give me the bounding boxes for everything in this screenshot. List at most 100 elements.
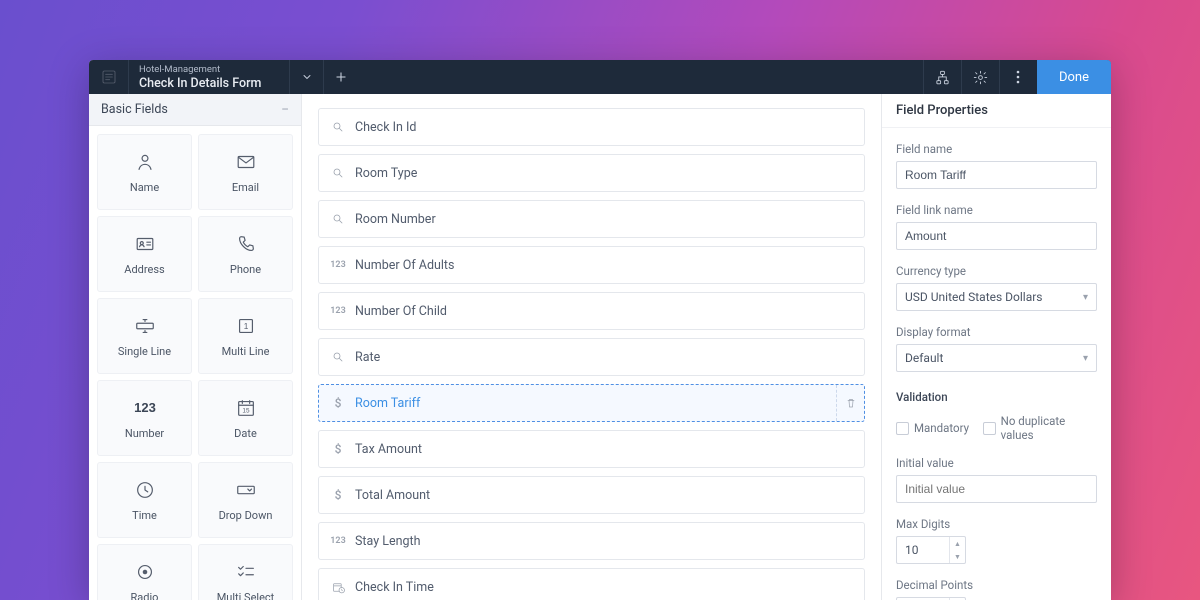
lookup-icon bbox=[331, 351, 345, 363]
form-field-room-tariff[interactable]: $ Room Tariff bbox=[318, 384, 865, 422]
tile-label: Name bbox=[130, 181, 159, 194]
mandatory-check[interactable]: Mandatory bbox=[896, 414, 969, 442]
form-field-room-type[interactable]: Room Type bbox=[318, 154, 865, 192]
datetime-icon bbox=[331, 581, 345, 594]
validation-checks: Mandatory No duplicate values bbox=[896, 414, 1097, 442]
multiline-icon: 1 bbox=[235, 315, 257, 337]
app-window: Hotel-Management Check In Details Form D… bbox=[89, 60, 1111, 600]
field-tile-email[interactable]: Email bbox=[198, 134, 293, 210]
form-field-room-number[interactable]: Room Number bbox=[318, 200, 865, 238]
body: Basic Fields − Name Email Address PhoneSing… bbox=[89, 94, 1111, 600]
field-tile-radio[interactable]: Radio bbox=[97, 544, 192, 600]
form-field-label: Check In Id bbox=[355, 120, 416, 135]
label-display-format: Display format bbox=[896, 325, 1097, 339]
field-tile-name[interactable]: Name bbox=[97, 134, 192, 210]
field-tile-phone[interactable]: Phone bbox=[198, 216, 293, 292]
field-properties-panel: Field Properties Field name Field link n… bbox=[881, 94, 1111, 600]
workflow-icon[interactable] bbox=[923, 60, 961, 94]
initial-value-input[interactable] bbox=[896, 475, 1097, 503]
lookup-icon bbox=[331, 121, 345, 133]
card-icon bbox=[134, 233, 156, 255]
settings-icon[interactable] bbox=[961, 60, 999, 94]
form-field-rate[interactable]: Rate bbox=[318, 338, 865, 376]
form-field-number-of-child[interactable]: 123 Number Of Child bbox=[318, 292, 865, 330]
lookup-icon bbox=[331, 167, 345, 179]
add-form-button[interactable] bbox=[323, 60, 357, 94]
form-field-label: Number Of Child bbox=[355, 304, 447, 319]
label-currency-type: Currency type bbox=[896, 264, 1097, 278]
currency-type-select[interactable]: USD United States Dollars ▾ bbox=[896, 283, 1097, 311]
tile-label: Email bbox=[232, 181, 259, 194]
currency-icon: $ bbox=[331, 396, 345, 410]
tile-label: Multi Line bbox=[222, 345, 270, 358]
svg-text:1: 1 bbox=[243, 321, 248, 330]
field-link-name-input[interactable] bbox=[896, 222, 1097, 250]
form-field-label: Tax Amount bbox=[355, 442, 422, 457]
form-field-total-amount[interactable]: $Total Amount bbox=[318, 476, 865, 514]
label-field-name: Field name bbox=[896, 142, 1097, 156]
multiselect-icon bbox=[235, 561, 257, 583]
checkbox-icon bbox=[983, 422, 996, 435]
collapse-icon[interactable]: − bbox=[281, 102, 289, 118]
form-canvas[interactable]: Check In IdRoom TypeRoom Number123Number… bbox=[302, 94, 881, 600]
number-icon: 123 bbox=[331, 536, 345, 546]
more-menu-icon[interactable] bbox=[999, 60, 1037, 94]
tile-label: Time bbox=[132, 509, 157, 522]
tile-label: Drop Down bbox=[219, 509, 273, 522]
label-field-link-name: Field link name bbox=[896, 203, 1097, 217]
svg-text:123: 123 bbox=[134, 400, 156, 415]
form-switcher-chevron[interactable] bbox=[289, 60, 323, 94]
calendar-icon: 15 bbox=[235, 397, 257, 419]
properties-title: Field Properties bbox=[882, 94, 1111, 128]
mandatory-label: Mandatory bbox=[914, 421, 969, 435]
field-tile-single-line[interactable]: Single Line bbox=[97, 298, 192, 374]
form-field-label: Number Of Adults bbox=[355, 258, 454, 273]
step-down-icon[interactable]: ▼ bbox=[950, 550, 965, 563]
form-field-check-in-time[interactable]: Check In Time bbox=[318, 568, 865, 600]
palette-title: Basic Fields bbox=[101, 102, 168, 117]
field-tile-multi-select[interactable]: Multi Select bbox=[198, 544, 293, 600]
form-field-label: Stay Length bbox=[355, 534, 421, 549]
field-tile-multi-line[interactable]: 1 Multi Line bbox=[198, 298, 293, 374]
tile-label: Radio bbox=[131, 591, 159, 600]
tile-label: Address bbox=[124, 263, 164, 276]
field-palette: Basic Fields − Name Email Address PhoneSing… bbox=[89, 94, 302, 600]
display-format-select[interactable]: Default ▾ bbox=[896, 344, 1097, 372]
field-grid: Name Email Address PhoneSingle Line 1 Multi L… bbox=[89, 126, 301, 600]
field-tile-time[interactable]: Time bbox=[97, 462, 192, 538]
form-field-number-of-adults[interactable]: 123Number Of Adults bbox=[318, 246, 865, 284]
field-tile-drop-down[interactable]: Drop Down bbox=[198, 462, 293, 538]
form-field-check-in-id[interactable]: Check In Id bbox=[318, 108, 865, 146]
radio-icon bbox=[134, 561, 156, 583]
form-field-label: Room Number bbox=[355, 212, 436, 227]
number-icon: 123 bbox=[331, 306, 345, 316]
form-field-stay-length[interactable]: 123 Stay Length bbox=[318, 522, 865, 560]
display-format-value: Default bbox=[905, 351, 943, 365]
palette-header: Basic Fields − bbox=[89, 94, 301, 126]
noduplicate-check[interactable]: No duplicate values bbox=[983, 414, 1097, 442]
app-icon[interactable] bbox=[89, 60, 129, 94]
tile-label: Number bbox=[125, 427, 164, 440]
checkbox-icon bbox=[896, 422, 909, 435]
dropdown-icon bbox=[235, 479, 257, 501]
label-decimal-points: Decimal Points bbox=[896, 578, 1097, 592]
tile-label: Multi Select bbox=[217, 591, 275, 600]
field-name-input[interactable] bbox=[896, 161, 1097, 189]
chevron-down-icon: ▾ bbox=[1083, 353, 1088, 364]
field-tile-number[interactable]: 123 Number bbox=[97, 380, 192, 456]
label-validation: Validation bbox=[896, 390, 1097, 404]
step-up-icon[interactable]: ▲ bbox=[950, 537, 965, 550]
delete-field-icon[interactable] bbox=[836, 385, 864, 421]
svg-text:15: 15 bbox=[242, 407, 250, 414]
form-field-tax-amount[interactable]: $Tax Amount bbox=[318, 430, 865, 468]
tile-label: Date bbox=[234, 427, 257, 440]
label-max-digits: Max Digits bbox=[896, 517, 1097, 531]
done-button[interactable]: Done bbox=[1037, 60, 1111, 94]
field-tile-date[interactable]: 15 Date bbox=[198, 380, 293, 456]
max-digits-input[interactable]: 10 ▲▼ bbox=[896, 536, 966, 564]
singleline-icon bbox=[134, 315, 156, 337]
form-title-block[interactable]: Hotel-Management Check In Details Form bbox=[129, 60, 289, 94]
field-tile-address[interactable]: Address bbox=[97, 216, 192, 292]
max-digits-value: 10 bbox=[897, 543, 949, 557]
form-field-label: Room Tariff bbox=[355, 396, 420, 411]
